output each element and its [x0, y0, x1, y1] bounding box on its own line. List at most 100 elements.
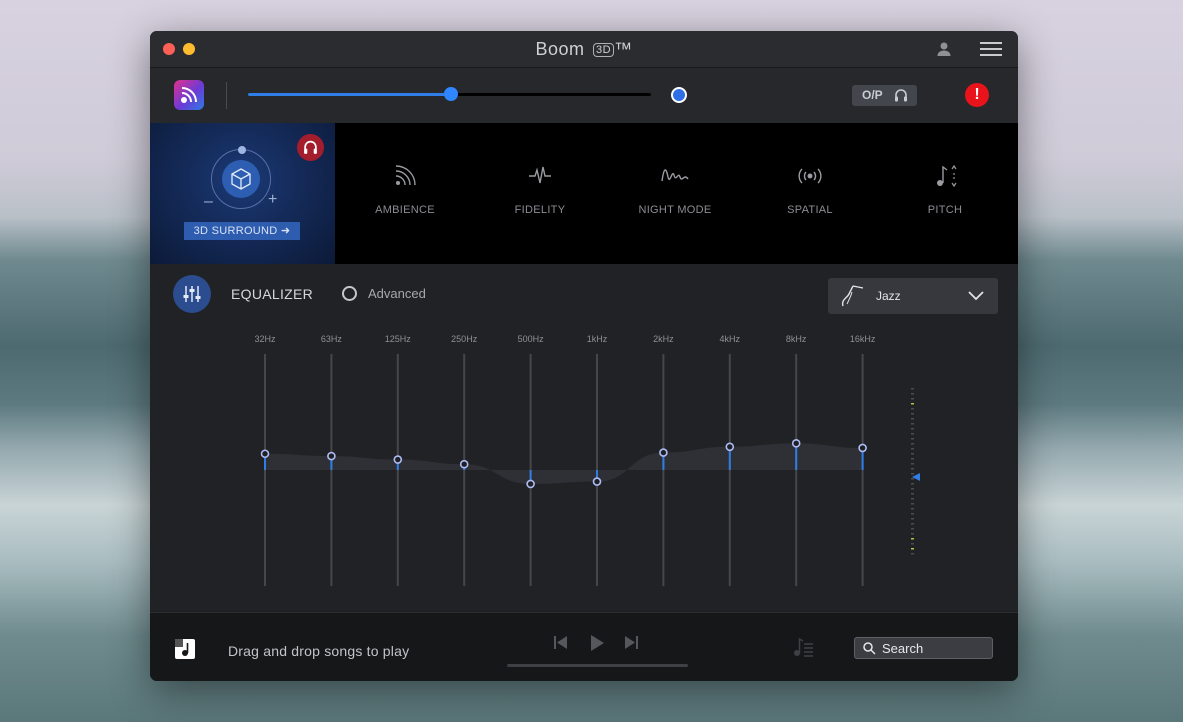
- effects-panel: – + 3D SURROUND ➜ AMBIENCE FIDELITY NIGH…: [150, 123, 1018, 264]
- level-meter-tick: [911, 403, 914, 405]
- pitch-icon: [937, 164, 957, 188]
- surround-panel[interactable]: – + 3D SURROUND ➜: [150, 123, 335, 264]
- level-meter-tick: [911, 413, 914, 415]
- app-name: Boom: [535, 39, 585, 59]
- cube-icon[interactable]: [222, 160, 260, 198]
- search-placeholder: Search: [882, 641, 924, 656]
- eq-band-label: 63Hz: [320, 334, 342, 344]
- level-meter-tick: [911, 538, 914, 540]
- advanced-label[interactable]: Advanced: [368, 286, 426, 301]
- app-title: Boom 3D ™: [150, 39, 1018, 60]
- headphone-icon: [895, 89, 907, 102]
- eq-band-knob[interactable]: [791, 439, 801, 448]
- level-meter-tick: [911, 473, 914, 475]
- eq-band-knob[interactable]: [459, 459, 469, 469]
- play-icon[interactable]: [591, 635, 604, 651]
- level-meter-tick: [911, 533, 914, 535]
- eq-band-knob[interactable]: [327, 451, 336, 461]
- eq-band-label: 2kHz: [653, 334, 674, 344]
- level-meter-tick: [911, 468, 914, 470]
- eq-band-knob[interactable]: [526, 479, 535, 489]
- volume-boost-indicator[interactable]: [671, 87, 687, 103]
- eq-band-label: 4kHz: [719, 334, 741, 344]
- user-icon[interactable]: [936, 41, 952, 62]
- next-icon[interactable]: [625, 636, 638, 649]
- hamburger-menu-icon[interactable]: [980, 42, 1002, 61]
- saxophone-icon: [841, 285, 864, 307]
- trademark: ™: [614, 39, 633, 59]
- surround-plus[interactable]: +: [268, 191, 277, 209]
- eq-band-knob[interactable]: [260, 449, 270, 459]
- level-meter-tick: [911, 398, 914, 400]
- level-meter-tick: [911, 478, 914, 480]
- effect-ambience[interactable]: AMBIENCE: [345, 163, 465, 216]
- level-meter-tick: [911, 483, 914, 485]
- eq-band-label: 500Hz: [517, 334, 544, 344]
- boom-logo-icon[interactable]: [174, 80, 204, 110]
- effect-night-mode[interactable]: NIGHT MODE: [615, 163, 735, 216]
- eq-band-knob[interactable]: [659, 448, 668, 457]
- boom-window: Boom 3D ™ O/P ! – + 3D SURROUND ➜ AMBIEN…: [150, 31, 1018, 681]
- surround-button[interactable]: 3D SURROUND ➜: [184, 222, 300, 240]
- volume-knob[interactable]: [443, 87, 458, 101]
- eq-band-label: 250Hz: [451, 334, 478, 344]
- preset-name: Jazz: [876, 289, 901, 303]
- effect-label: AMBIENCE: [375, 204, 435, 216]
- level-meter-tick: [911, 438, 914, 440]
- level-meter-tick: [911, 513, 914, 515]
- equalizer-panel: EQUALIZER Advanced Jazz 32Hz 63Hz 125Hz 250…: [150, 264, 1018, 611]
- level-meter-tick: [911, 503, 914, 505]
- search-icon: [863, 642, 876, 655]
- level-meter-tick: [911, 408, 914, 410]
- level-meter-tick: [911, 448, 914, 450]
- playback-progress[interactable]: [507, 664, 688, 667]
- level-meter-tick: [911, 543, 914, 545]
- music-note-icon[interactable]: [175, 639, 195, 659]
- level-meter-tick: [911, 453, 914, 455]
- night-mode-icon: [661, 169, 689, 182]
- advanced-radio[interactable]: [342, 286, 357, 301]
- effect-label: PITCH: [927, 204, 963, 216]
- level-meter-tick: [911, 458, 914, 460]
- previous-icon[interactable]: [554, 636, 567, 649]
- eq-band-label: 16kHz: [849, 334, 876, 344]
- level-meter-tick: [911, 488, 914, 490]
- level-meter-tick: [911, 528, 914, 530]
- eq-band-knob[interactable]: [725, 442, 735, 452]
- search-box[interactable]: Search: [854, 637, 993, 659]
- level-meter-tick: [911, 493, 914, 495]
- playlist-icon[interactable]: [792, 636, 814, 658]
- eq-band-knob[interactable]: [858, 443, 867, 453]
- alert-icon[interactable]: !: [965, 83, 989, 107]
- preset-dropdown[interactable]: Jazz: [828, 278, 998, 314]
- effect-fidelity[interactable]: FIDELITY: [480, 163, 600, 216]
- effect-label: FIDELITY: [514, 204, 566, 216]
- output-device-button[interactable]: O/P: [852, 85, 917, 106]
- eq-band-label: 125Hz: [384, 334, 411, 344]
- chevron-down-icon: [968, 291, 984, 301]
- effect-pitch[interactable]: PITCH: [885, 163, 1005, 216]
- surround-minus[interactable]: –: [204, 193, 213, 211]
- eq-band-knob[interactable]: [592, 477, 602, 486]
- ambience-icon: [395, 165, 416, 186]
- effect-label: SPATIAL: [787, 204, 833, 216]
- eq-curve-area: [265, 443, 863, 484]
- title-bar: Boom 3D ™: [150, 31, 1018, 68]
- level-meter-tick: [911, 548, 914, 550]
- volume-slider[interactable]: [248, 87, 651, 101]
- headphone-mode-icon[interactable]: [297, 134, 324, 161]
- eq-band-label: 32Hz: [254, 334, 276, 344]
- level-meter-tick: [911, 508, 914, 510]
- level-meter-tick: [911, 388, 914, 390]
- level-meter-tick: [911, 518, 914, 520]
- equalizer-icon[interactable]: [173, 275, 211, 313]
- output-label: O/P: [862, 88, 883, 102]
- effect-spatial[interactable]: SPATIAL: [750, 163, 870, 216]
- spatial-icon: [798, 168, 822, 184]
- eq-band-knob[interactable]: [393, 455, 403, 464]
- effect-label: NIGHT MODE: [638, 204, 712, 216]
- level-meter-tick: [911, 393, 914, 395]
- level-meter-tick: [911, 498, 914, 500]
- surround-handle[interactable]: [238, 146, 246, 154]
- player-bar: Drag and drop songs to play Search: [150, 612, 1018, 681]
